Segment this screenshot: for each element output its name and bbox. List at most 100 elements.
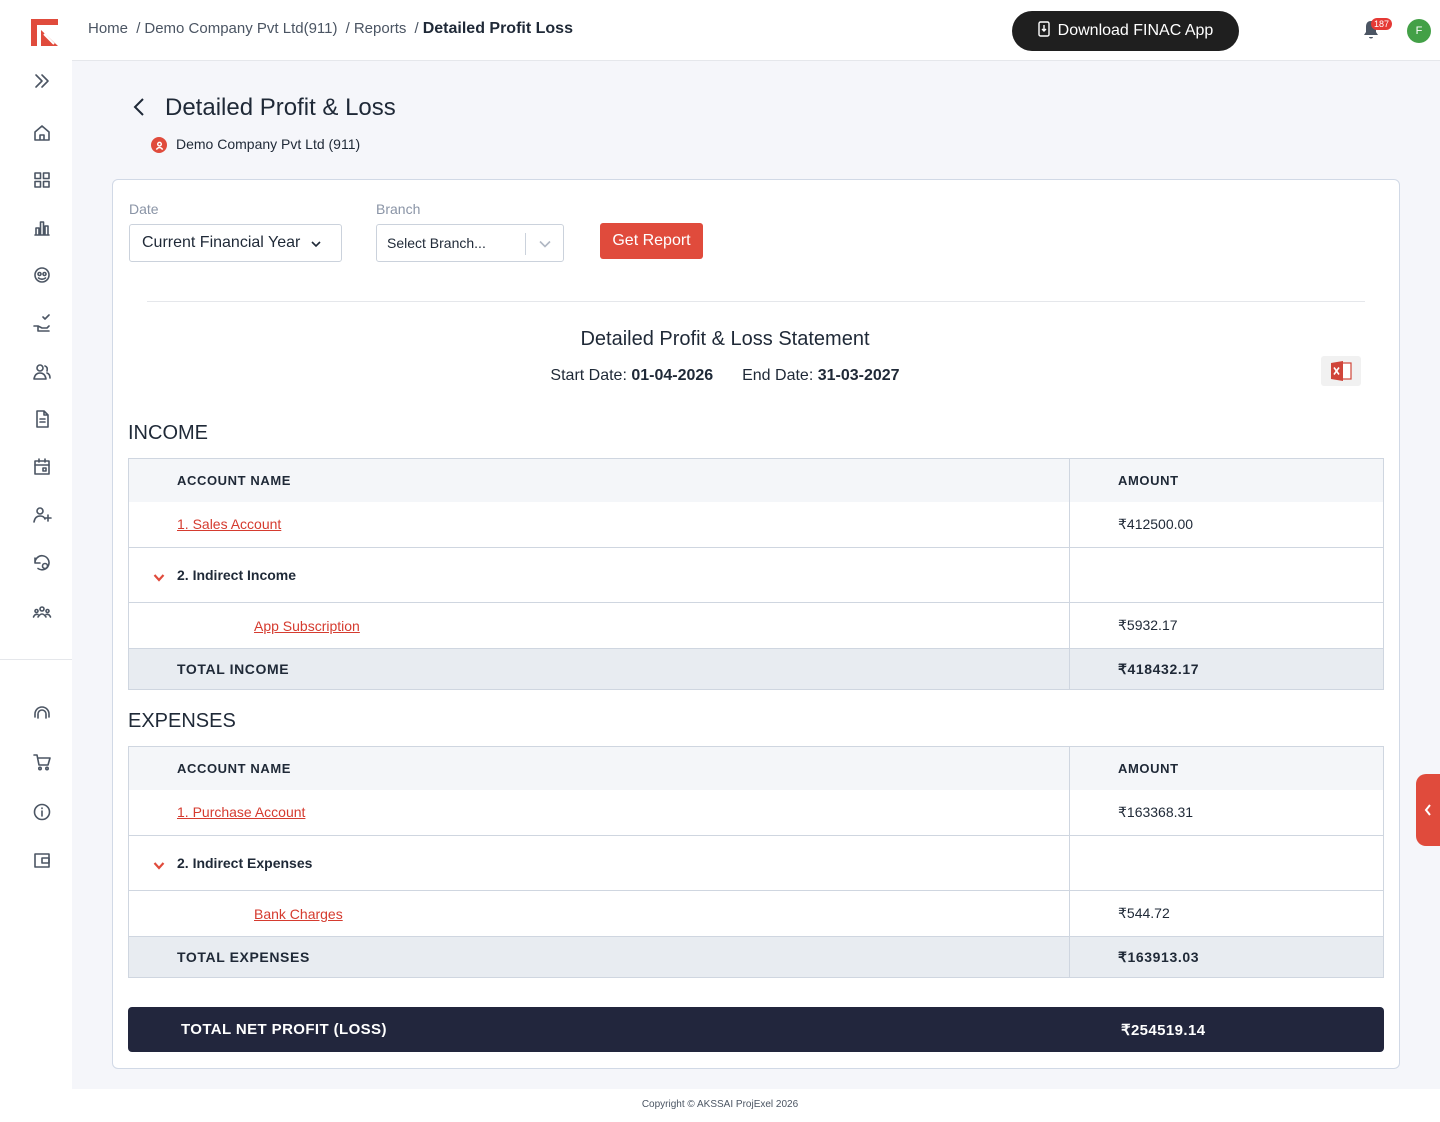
dashboard-icon[interactable] [28, 166, 56, 194]
user-avatar[interactable]: F [1407, 19, 1431, 43]
branch-label: Branch [376, 201, 421, 217]
breadcrumb-home[interactable]: Home [88, 20, 128, 37]
amount-cell: ₹163368.31 [1069, 789, 1384, 836]
notifications-bell-icon[interactable]: 187 [1362, 18, 1393, 42]
expand-icon[interactable] [28, 67, 56, 95]
total-label: TOTAL INCOME [128, 648, 1070, 690]
start-date-label: Start Date: [550, 367, 627, 384]
payments-icon[interactable] [28, 310, 56, 338]
column-header-account: ACCOUNT NAME [128, 458, 1070, 502]
report-card: Date Current Financial Year Branch Selec… [112, 179, 1400, 1069]
date-range-value: Current Financial Year [142, 234, 301, 251]
amount-cell: ₹5932.17 [1069, 602, 1384, 649]
account-group-name: 2. Indirect Expenses [177, 855, 313, 871]
copyright-text: Copyright © AKSSAI ProjExel 2026 [641, 1099, 799, 1110]
contacts-icon[interactable] [28, 358, 56, 386]
table-row-group: 2. Indirect Expenses [128, 835, 1384, 891]
select-divider [525, 233, 526, 255]
chevron-left-icon [1424, 804, 1431, 816]
table-row: 1. Sales Account ₹412500.00 [128, 501, 1384, 548]
branch-select[interactable]: Select Branch... [376, 224, 564, 262]
table-row: App Subscription ₹5932.17 [128, 602, 1384, 649]
statement-title: Detailed Profit & Loss Statement [580, 328, 870, 350]
collapse-chevron-icon[interactable] [153, 570, 165, 582]
amount-cell [1069, 835, 1384, 891]
collapse-chevron-icon[interactable] [153, 858, 165, 870]
branch-placeholder: Select Branch... [387, 235, 486, 251]
account-name-cell: 1. Purchase Account [128, 789, 1070, 836]
end-date-label: End Date: [742, 367, 814, 384]
breadcrumb-separator: / [345, 20, 350, 37]
add-user-icon[interactable] [28, 501, 56, 529]
documents-icon[interactable] [28, 405, 56, 433]
account-name-cell: 1. Sales Account [128, 501, 1070, 548]
calendar-icon[interactable] [28, 453, 56, 481]
account-name-cell: 2. Indirect Expenses [128, 835, 1070, 891]
notification-count-badge: 187 [1371, 18, 1393, 30]
total-value: ₹163913.03 [1069, 936, 1384, 978]
wallet-icon[interactable] [28, 846, 56, 874]
account-name-cell: App Subscription [128, 602, 1070, 649]
company-user-icon [151, 137, 167, 153]
total-label: TOTAL EXPENSES [128, 936, 1070, 978]
table-header-row: ACCOUNT NAME AMOUNT [128, 746, 1384, 790]
accounts-icon[interactable] [28, 261, 56, 289]
company-name: Demo Company Pvt Ltd (911) [176, 136, 361, 152]
breadcrumb-current: Detailed Profit Loss [422, 20, 573, 37]
back-arrow-icon[interactable] [132, 96, 152, 120]
account-name-cell: Bank Charges [128, 890, 1070, 937]
divider [147, 301, 1365, 302]
amount-cell: ₹544.72 [1069, 890, 1384, 937]
download-app-label: Download FINAC App [1057, 22, 1214, 39]
expenses-table: ACCOUNT NAME AMOUNT 1. Purchase Account … [128, 746, 1384, 978]
column-header-account: ACCOUNT NAME [128, 746, 1070, 790]
column-header-amount: AMOUNT [1069, 746, 1384, 790]
app-logo[interactable] [28, 16, 64, 52]
sidebar [0, 0, 72, 1089]
table-row-group: 2. Indirect Income [128, 547, 1384, 603]
team-icon[interactable] [28, 598, 56, 626]
account-link[interactable]: App Subscription [254, 618, 360, 634]
reports-icon[interactable] [28, 214, 56, 242]
table-row: 1. Purchase Account ₹163368.31 [128, 789, 1384, 836]
settings-history-icon[interactable] [28, 549, 56, 577]
breadcrumb-reports[interactable]: Reports [354, 20, 407, 37]
page-title: Detailed Profit & Loss [165, 94, 396, 121]
date-range-select[interactable]: Current Financial Year [129, 224, 342, 262]
net-profit-label: TOTAL NET PROFIT (LOSS) [181, 1021, 387, 1038]
account-link[interactable]: 1. Sales Account [177, 516, 281, 532]
account-name-cell: 2. Indirect Income [128, 547, 1070, 603]
column-header-amount: AMOUNT [1069, 458, 1384, 502]
home-icon[interactable] [28, 119, 56, 147]
amount-cell [1069, 547, 1384, 603]
download-app-button[interactable]: Download FINAC App [1012, 11, 1239, 51]
account-link[interactable]: Bank Charges [254, 906, 343, 922]
get-report-button[interactable]: Get Report [600, 223, 703, 259]
date-label: Date [129, 201, 159, 217]
info-icon[interactable] [28, 798, 56, 826]
amount-cell: ₹412500.00 [1069, 501, 1384, 548]
breadcrumb: Home / Demo Company Pvt Ltd(911) / Reports… [88, 20, 573, 38]
net-profit-bar: TOTAL NET PROFIT (LOSS) ₹254519.14 [128, 1007, 1384, 1052]
net-profit-value: ₹254519.14 [1121, 1022, 1206, 1039]
side-panel-toggle[interactable] [1416, 774, 1440, 846]
sidebar-divider [0, 659, 72, 660]
end-date-value: 31-03-2027 [817, 367, 900, 384]
chevron-down-icon [539, 240, 551, 248]
top-bar: Home / Demo Company Pvt Ltd(911) / Reports… [72, 0, 1440, 61]
account-link[interactable]: 1. Purchase Account [177, 804, 305, 820]
total-row: TOTAL INCOME ₹418432.17 [128, 648, 1384, 690]
account-group-name: 2. Indirect Income [177, 567, 297, 583]
breadcrumb-separator: / [136, 20, 141, 37]
breadcrumb-company[interactable]: Demo Company Pvt Ltd(911) [144, 20, 337, 37]
footer: Copyright © AKSSAI ProjExel 2026 [0, 1089, 1440, 1122]
table-header-row: ACCOUNT NAME AMOUNT [128, 458, 1384, 502]
export-excel-icon[interactable] [1321, 356, 1361, 386]
table-row: Bank Charges ₹544.72 [128, 890, 1384, 937]
total-value: ₹418432.17 [1069, 648, 1384, 690]
support-icon[interactable] [28, 700, 56, 728]
cart-icon[interactable] [28, 748, 56, 776]
start-date-value: 01-04-2026 [631, 367, 714, 384]
income-table: ACCOUNT NAME AMOUNT 1. Sales Account ₹41… [128, 458, 1384, 690]
breadcrumb-separator: / [414, 20, 419, 37]
